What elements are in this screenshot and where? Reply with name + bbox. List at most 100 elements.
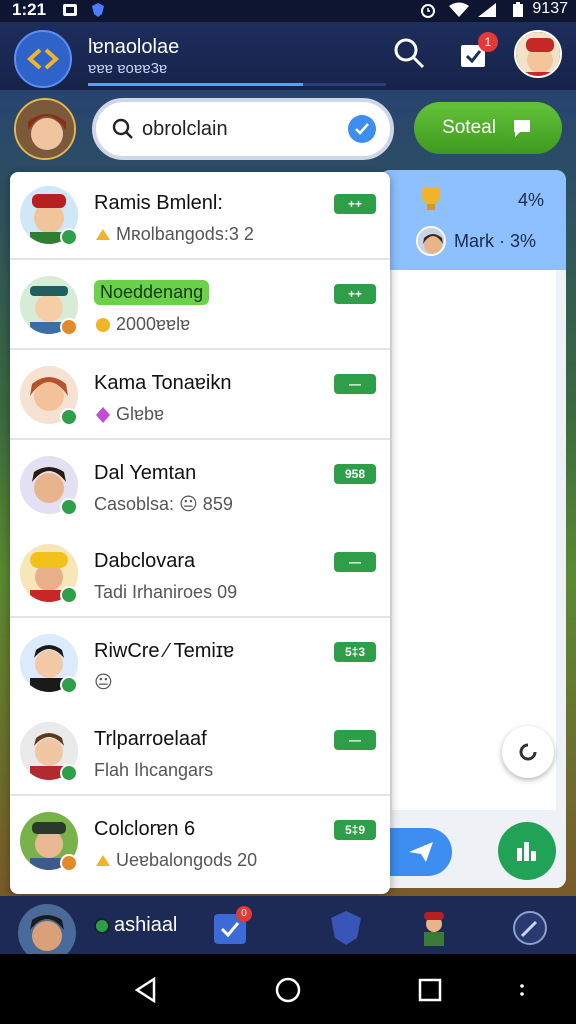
avatar-icon (418, 228, 444, 254)
friend-name: Dal Yemtan (94, 462, 197, 484)
paper-plane-icon (409, 842, 433, 862)
friend-status-text: Mʀolbangods:3 2 (116, 224, 254, 244)
friend-status: Glɐbɐ (94, 404, 164, 425)
chat-bubble-icon (513, 120, 530, 137)
list-item[interactable]: Dal Yemtan Casoblsa: 😐 859 958 (10, 442, 390, 530)
friend-status: Tadi Irhaniroes 09 (94, 582, 238, 602)
more-nav-icon[interactable] (508, 976, 536, 1004)
friend-list: Ramis Bmlenl: Mʀolbangods:3 2 ++ Noedden… (10, 172, 390, 894)
shield-icon[interactable] (326, 908, 366, 948)
friend-action-pill[interactable]: 5‡3 (334, 642, 376, 662)
coin-icon (96, 228, 110, 240)
list-item[interactable]: Ramis Bmlenl: Mʀolbangods:3 2 ++ (10, 172, 390, 260)
friend-status-text: Ueɐbalongods 20 (116, 850, 258, 870)
friend-status: Casoblsa: 😐 859 (94, 494, 233, 514)
status-time: 1:21 (12, 0, 47, 19)
chat-panel: 4% Mark · 3% (380, 170, 566, 888)
avatar-icon (516, 32, 560, 76)
battery-icon (513, 2, 523, 17)
check-icon (355, 123, 369, 135)
cart-badge: 1 (478, 32, 498, 52)
tasks-badge: 0 (236, 906, 252, 922)
notification-icon (63, 4, 77, 16)
shield-icon (92, 3, 104, 17)
coin-icon (96, 317, 110, 332)
list-item[interactable]: RiwCre ⁄ Temiɪɐ 😐 5‡3 (10, 620, 390, 708)
friend-action-pill[interactable]: ++ (334, 194, 376, 214)
mark-entry[interactable]: Mark · 3% (416, 226, 536, 256)
signal-icon (478, 3, 496, 17)
bottom-user: ashiaal (94, 914, 177, 937)
friend-action-pill[interactable]: — (334, 552, 376, 572)
search-value: obrolclain (142, 117, 228, 140)
friend-name: Noeddenang (94, 280, 210, 305)
character-icon[interactable] (414, 908, 454, 948)
friend-action-pill[interactable]: — (334, 374, 376, 394)
list-item[interactable]: Colclorɐn 6 Ueɐbalongods 20 5‡9 (10, 798, 390, 886)
friend-status-text: 2000ɐɐlɐ (116, 314, 191, 334)
wifi-icon (449, 2, 469, 17)
online-indicator (60, 498, 78, 516)
bottom-user-name: ashiaal (114, 914, 178, 936)
mark-label: Mark · 3% (454, 230, 537, 251)
list-item[interactable]: Dabclovara Tadi Irhaniroes 09 — (10, 530, 390, 618)
chat-panel-header: 4% Mark · 3% (380, 170, 566, 270)
stats-button[interactable] (498, 822, 556, 880)
app-header: lɐnaololae ɐɐɐ ɐoɐɐ3ɐ 1 (0, 22, 576, 90)
coin-icon (96, 854, 110, 866)
online-indicator (60, 408, 78, 426)
trophy-icon (422, 188, 440, 210)
online-indicator (60, 676, 78, 694)
recents-nav-icon[interactable] (416, 976, 444, 1004)
chat-percent: 4% (517, 190, 544, 210)
send-message-button[interactable] (390, 828, 452, 876)
alarm-icon (421, 4, 435, 18)
refresh-button[interactable] (502, 726, 554, 778)
friend-action-pill[interactable]: 5‡9 (334, 820, 376, 840)
search-icon[interactable] (392, 36, 426, 70)
friend-name: Trlparroelaaf (94, 728, 207, 750)
online-indicator (60, 586, 78, 604)
profile-avatar[interactable] (514, 30, 562, 78)
friend-status-text: Glɐbɐ (116, 404, 165, 424)
friend-status: Flah Ihcangars (94, 760, 214, 780)
friend-name: Ramis Bmlenl: (94, 192, 223, 214)
gem-icon (96, 406, 110, 423)
send-button[interactable]: Soteal (414, 102, 562, 154)
list-item[interactable]: Trlparroelaaf Flah Ihcangars — (10, 708, 390, 796)
friend-name: RiwCre ⁄ Temiɪɐ (94, 640, 235, 662)
system-nav-bar (0, 954, 576, 1024)
header-progress-fill (88, 83, 303, 86)
home-nav-icon[interactable] (274, 976, 302, 1004)
list-item[interactable]: Kama Tonaɐikn Glɐbɐ — (10, 352, 390, 440)
verify-check-icon[interactable] (348, 115, 376, 143)
battery-text: 9137 (532, 0, 568, 17)
mark-avatar (416, 226, 446, 256)
friend-action-pill[interactable]: ++ (334, 284, 376, 304)
friend-action-pill[interactable]: — (334, 730, 376, 750)
friend-name: Colclorɐn 6 (94, 818, 196, 840)
search-input[interactable]: obrolclain (92, 98, 394, 160)
my-avatar[interactable] (14, 98, 76, 160)
friend-status: 2000ɐɐlɐ (94, 314, 190, 335)
back-button[interactable] (14, 30, 72, 88)
compass-icon[interactable] (510, 908, 550, 948)
online-indicator (60, 764, 78, 782)
page-subtitle: ɐɐɐ ɐoɐɐ3ɐ (88, 60, 168, 77)
online-indicator (60, 854, 78, 872)
online-indicator (60, 318, 78, 336)
back-nav-icon[interactable] (132, 976, 160, 1004)
send-button-label: Soteal (442, 117, 496, 138)
back-arrow-icon (27, 48, 59, 70)
bar-chart-icon (517, 842, 536, 861)
refresh-icon (519, 743, 537, 761)
page-title: lɐnaololae (88, 36, 180, 58)
search-icon (112, 118, 133, 139)
bottom-nav: ashiaal 0 (0, 896, 576, 962)
friend-status: Mʀolbangods:3 2 (94, 224, 254, 245)
status-bar: 1:21 9137 (0, 0, 576, 22)
friend-action-pill[interactable]: 958 (334, 464, 376, 484)
list-item[interactable]: Noeddenang 2000ɐɐlɐ ++ (10, 262, 390, 350)
online-indicator (60, 228, 78, 246)
friend-name: Dabclovara (94, 550, 196, 572)
